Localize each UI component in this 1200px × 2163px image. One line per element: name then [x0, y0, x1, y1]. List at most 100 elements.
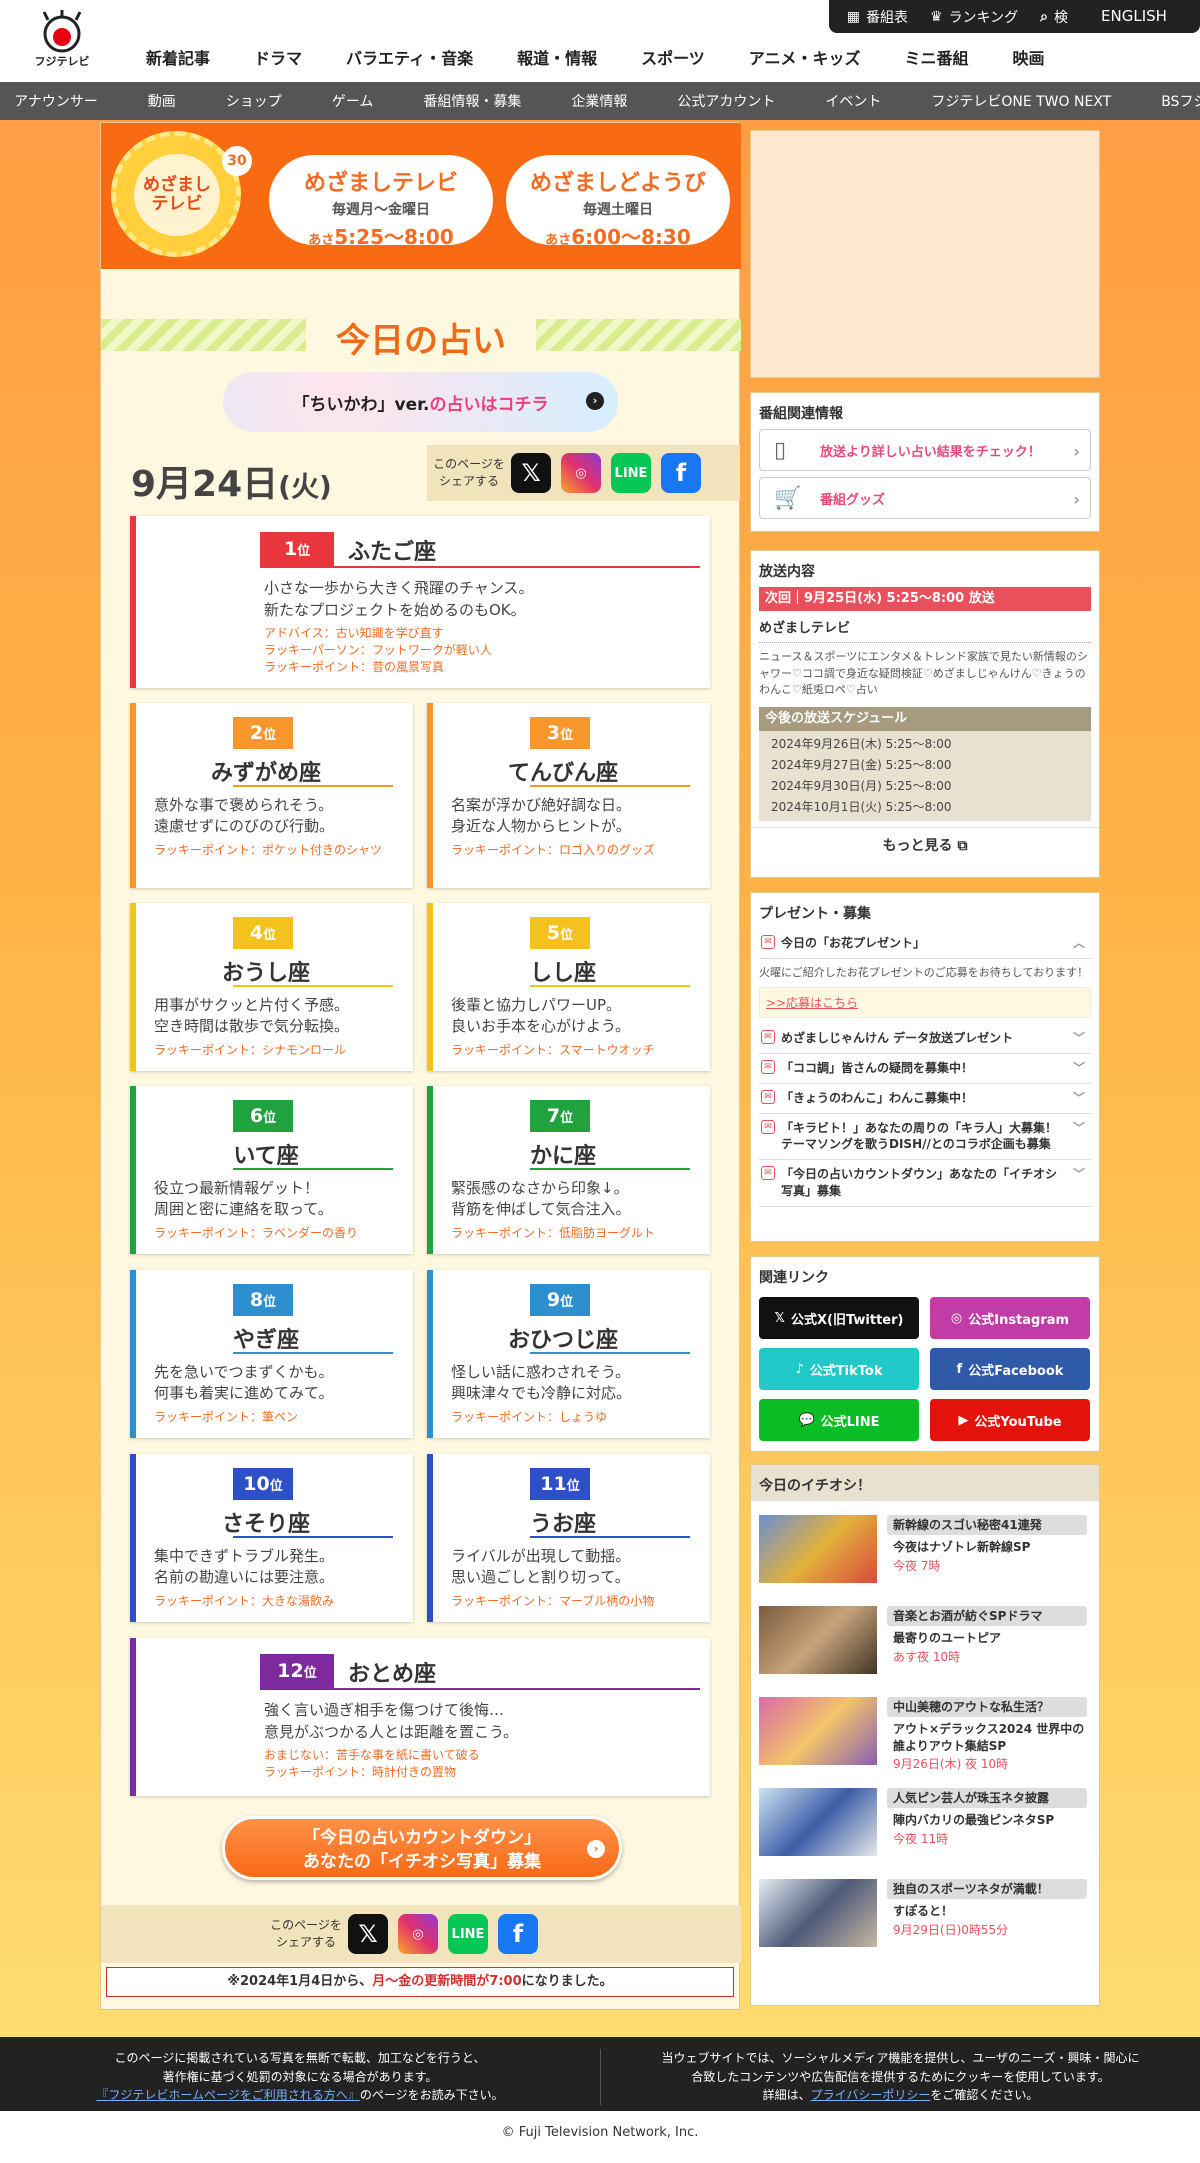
- nav-item[interactable]: 映画: [1012, 45, 1044, 69]
- gift-icon: ✉: [761, 1089, 775, 1104]
- official-youtube-link[interactable]: ▶ 公式YouTube: [930, 1399, 1090, 1441]
- sign-underline: [530, 1536, 690, 1538]
- pick-time: あす夜 10時: [893, 1650, 961, 1664]
- tv-schedule-link[interactable]: ▦ 番組表: [847, 7, 908, 27]
- rank-card-6: 6位 いて座 役立つ最新情報ゲット！ 周囲と密に連絡を取って。 ラッキーポイント：ラベン…: [130, 1086, 413, 1254]
- zodiac-sign: てんびん座: [507, 761, 618, 786]
- pick-tag: 音楽とお酒が紡ぐSPドラマ: [887, 1606, 1087, 1626]
- sign-underline: [260, 566, 700, 568]
- present-item[interactable]: ✉ 「きょうのわんこ」わんこ募集中！ ﹀: [759, 1084, 1091, 1114]
- subnav-item[interactable]: BSフジ: [1161, 91, 1200, 111]
- gift-icon: ✉: [761, 1166, 775, 1181]
- chiikawa-fortune-link[interactable]: 「ちいかわ」ver. の占いはコチラ ›: [223, 372, 618, 432]
- instagram-share-icon[interactable]: ◎: [561, 453, 601, 493]
- official-instagram-link[interactable]: ◎ 公式Instagram: [930, 1297, 1090, 1339]
- line-share-icon[interactable]: LINE: [448, 1914, 488, 1954]
- rank-badge: 7位: [530, 1100, 590, 1132]
- lucky-item: おまじない：苦手な事を紙に書いて破る: [264, 1748, 480, 1762]
- nav-item[interactable]: スポーツ: [641, 45, 705, 69]
- fortune-message: 小さな一歩から大きく飛躍のチャンス。: [264, 579, 534, 597]
- goods-link[interactable]: 🛒 番組グッズ ›: [759, 477, 1091, 519]
- rank-badge: 3位: [530, 717, 590, 749]
- privacy-policy-link[interactable]: プライバシーポリシー: [811, 2088, 931, 2102]
- fortune-message: ライバルが出現して動揺。: [451, 1547, 631, 1565]
- subnav-item[interactable]: 公式アカウント: [677, 91, 775, 111]
- more-button[interactable]: もっと見る ⧉: [751, 826, 1099, 863]
- nav-item[interactable]: バラエティ・音楽: [346, 45, 473, 69]
- subnav-item[interactable]: 企業情報: [571, 91, 627, 111]
- subnav-item[interactable]: イベント: [825, 91, 881, 111]
- subnav-item[interactable]: ゲーム: [332, 91, 374, 111]
- facebook-share-icon[interactable]: f: [498, 1914, 538, 1954]
- fortune-message: 新たなプロジェクトを始めるのもOK。: [264, 601, 526, 619]
- nav-item[interactable]: 報道・情報: [517, 45, 597, 69]
- nav-item[interactable]: ミニ番組: [904, 45, 968, 69]
- lucky-item: ラッキーポイント：昔の風景写真: [264, 660, 445, 674]
- english-link[interactable]: ENGLISH: [1068, 0, 1200, 33]
- section-title: 番組関連情報: [759, 406, 843, 422]
- pick-tag: 新幹線のスゴい秘密41連発: [887, 1515, 1087, 1535]
- fujitv-logo[interactable]: フジテレビ: [30, 8, 94, 70]
- ad-slot: [750, 130, 1100, 378]
- official-line-link[interactable]: 💬 公式LINE: [759, 1399, 919, 1441]
- detail-fortune-link[interactable]: ▯ 放送より詳しい占い結果をチェック！ ›: [759, 429, 1091, 471]
- pick-item[interactable]: 独自のスポーツネタが満載！ すぽると！ 9月29日(日)0時55分: [759, 1879, 1091, 1969]
- usage-link[interactable]: 『フジテレビホームページをご利用される方へ』: [96, 2088, 359, 2102]
- subnav-item[interactable]: アナウンサー: [14, 91, 98, 111]
- lucky-item: ラッキーポイント：時計付きの置物: [264, 1765, 457, 1779]
- schedule-row: 2024年9月26日(木) 5:25〜8:00: [771, 736, 952, 751]
- subnav-item[interactable]: ショップ: [226, 91, 282, 111]
- pick-item[interactable]: 中山美穂のアウトな私生活？ アウト×デラックス2024 世界中の誰よりアウト集結S…: [759, 1697, 1091, 1787]
- section-title: 今日のイチオシ！: [751, 1465, 1099, 1501]
- rank-badge: 11位: [530, 1468, 590, 1500]
- apply-link[interactable]: >>応募はこちら: [759, 987, 1091, 1019]
- zodiac-sign: おうし座: [221, 961, 310, 986]
- official-tiktok-link[interactable]: ♪ 公式TikTok: [759, 1348, 919, 1390]
- pick-time: 9月29日(日)0時55分: [893, 1923, 1009, 1937]
- official-facebook-link[interactable]: f 公式Facebook: [930, 1348, 1090, 1390]
- ranking-link[interactable]: ♛ ランキング: [930, 7, 1018, 27]
- pick-item[interactable]: 人気ピン芸人が珠玉ネタ披露 陣内バカリの最強ピンネタSP 今夜 11時: [759, 1788, 1091, 1878]
- x-share-icon[interactable]: 𝕏: [348, 1914, 388, 1954]
- section-title: 放送内容: [759, 564, 815, 580]
- cta-line1: 「今日の占いカウントダウン」: [303, 1828, 541, 1848]
- line-share-icon[interactable]: LINE: [611, 453, 651, 493]
- subnav-item[interactable]: 番組情報・募集: [423, 91, 521, 111]
- present-item[interactable]: ✉ めざましじゃんけん データ放送プレゼント ﹀: [759, 1024, 1091, 1055]
- official-x-link[interactable]: 𝕏 公式X(旧Twitter): [759, 1297, 919, 1339]
- grid-icon: ▦: [846, 8, 860, 25]
- present-box: プレゼント・募集 ✉ 今日の「お花プレゼント」 ︿ 火曜にご紹介したお花プレゼントの…: [750, 892, 1100, 1242]
- fortune-message: 意外な事で褒められそう。: [154, 796, 334, 814]
- facebook-share-icon[interactable]: f: [661, 453, 701, 493]
- fortune-message: 用事がサクッと片付く予感。: [154, 996, 350, 1014]
- rank-card-7: 7位 かに座 緊張感のなさから印象↓。 背筋を伸ばして気合注入。 ラッキーポイント：低脂…: [427, 1086, 710, 1254]
- fortune-message: 先を急いでつまずくかも。: [154, 1363, 334, 1381]
- present-item[interactable]: ✉ 「キラビト！」あなたの周りの「キラ人」大募集！テーマソングを歌うDISH//と…: [759, 1114, 1091, 1161]
- present-item-open[interactable]: ✉ 今日の「お花プレゼント」 ︿: [759, 929, 1091, 959]
- rank-badge: 12位: [260, 1654, 334, 1688]
- rank-card-11: 11位 うお座 ライバルが出現して動揺。 思い過ごしと割り切って。 ラッキーポイント：マ…: [427, 1454, 710, 1622]
- nav-item[interactable]: ドラマ: [254, 45, 302, 69]
- pick-item[interactable]: 新幹線のスゴい秘密41連発 今夜はナゾトレ新幹線SP 今夜 7時: [759, 1515, 1091, 1605]
- subnav-item[interactable]: フジテレビONE TWO NEXT: [931, 91, 1111, 111]
- logo-text: フジテレビ: [34, 55, 90, 68]
- pick-tag: 中山美穂のアウトな私生活？: [887, 1697, 1087, 1717]
- rank-badge: 8位: [233, 1284, 293, 1316]
- present-item[interactable]: ✉ 「ココ調」皆さんの疑問を募集中！ ﹀: [759, 1054, 1091, 1084]
- x-icon: 𝕏: [774, 1310, 785, 1326]
- nav-item[interactable]: 新着記事: [146, 45, 210, 69]
- x-share-icon[interactable]: 𝕏: [511, 453, 551, 493]
- pill-title: めざましテレビ: [303, 171, 458, 196]
- nav-item[interactable]: アニメ・キッズ: [749, 45, 861, 69]
- present-item[interactable]: ✉ 「今日の占いカウントダウン」あなたの「イチオシ写真」募集 ﹀: [759, 1160, 1091, 1207]
- lucky-item: ラッキーポイント：大きな湯飲み: [154, 1594, 335, 1608]
- subnav-item[interactable]: 動画: [148, 91, 176, 111]
- chevron-down-icon: ﹀: [1072, 1167, 1085, 1182]
- rank-card-10: 10位 さそり座 集中できずトラブル発生。 名前の勘違いには要注意。 ラッキーポイント：…: [130, 1454, 413, 1622]
- pill-time: あさ6:00〜8:30: [545, 225, 691, 249]
- pick-item[interactable]: 音楽とお酒が紡ぐSPドラマ 最寄りのユートピア あす夜 10時: [759, 1606, 1091, 1696]
- countdown-photo-button[interactable]: 「今日の占いカウントダウン」 あなたの「イチオシ写真」募集 ›: [222, 1816, 622, 1880]
- program-banner[interactable]: めざまし テレビ 30 めざましテレビ 毎週月〜金曜日 あさ5:25〜8:00 …: [101, 123, 741, 269]
- instagram-share-icon[interactable]: ◎: [398, 1914, 438, 1954]
- gift-icon: ✉: [761, 1030, 775, 1045]
